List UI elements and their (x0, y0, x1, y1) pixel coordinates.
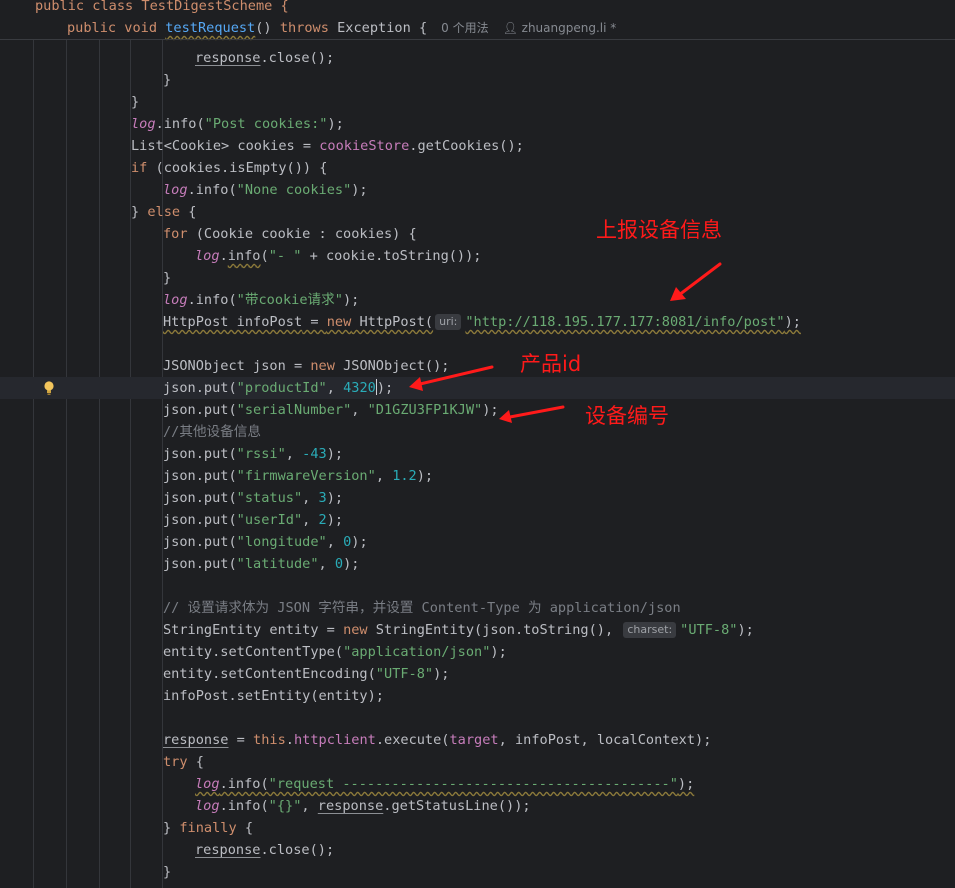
arrow-product (418, 365, 494, 386)
arrow-upload-head (670, 287, 686, 301)
arrow-product-head (409, 377, 423, 391)
arrow-serial-head (499, 410, 512, 423)
arrow-upload (677, 262, 722, 297)
arrow-serial (508, 405, 565, 419)
annotation-arrows (409, 262, 722, 423)
